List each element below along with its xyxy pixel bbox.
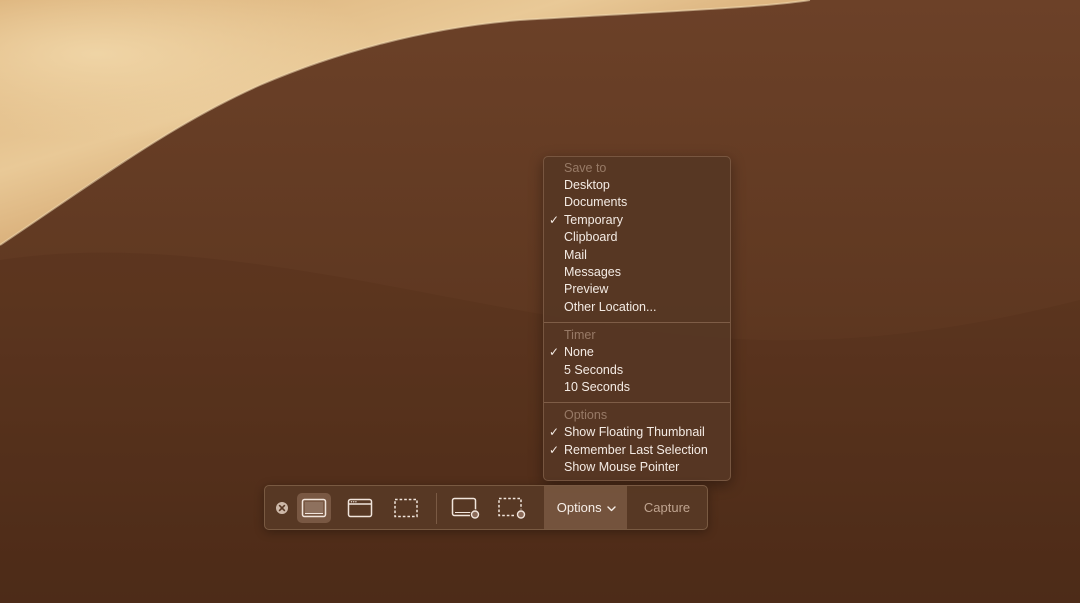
menu-item-messages[interactable]: Messages <box>544 264 730 281</box>
checkmark-icon: ✓ <box>549 212 560 227</box>
capture-selected-window-button[interactable] <box>343 493 377 523</box>
menu-item-desktop[interactable]: Desktop <box>544 177 730 194</box>
capture-entire-screen-button[interactable] <box>297 493 331 523</box>
checkmark-icon: ✓ <box>549 442 560 457</box>
options-menu: Save to Desktop Documents ✓ Temporary Cli… <box>543 156 731 481</box>
desktop: Save to Desktop Documents ✓ Temporary Cli… <box>0 0 1080 603</box>
menu-item-label: Messages <box>564 264 621 279</box>
menu-item-clipboard[interactable]: Clipboard <box>544 229 730 246</box>
menu-item-label: 5 Seconds <box>564 362 624 377</box>
menu-item-label: Desktop <box>564 178 610 192</box>
menu-item-label: Mail <box>564 247 587 262</box>
selection-icon <box>394 498 418 518</box>
menu-item-label: None <box>564 345 594 360</box>
checkmark-icon: ✓ <box>549 425 560 440</box>
menu-item-show-floating-thumbnail[interactable]: ✓ Show Floating Thumbnail <box>544 424 730 441</box>
menu-item-label: Remember Last Selection <box>564 442 708 457</box>
checkmark-icon: ✓ <box>549 345 560 360</box>
menu-item-label: Show Floating Thumbnail <box>564 425 705 440</box>
screen-record-icon <box>451 497 481 520</box>
menu-header-timer: Timer <box>564 328 596 343</box>
window-icon <box>347 498 373 518</box>
options-label: Options <box>556 500 602 515</box>
menu-item-temporary[interactable]: ✓ Temporary <box>544 212 730 229</box>
menu-item-other-location[interactable]: Other Location... <box>544 299 730 316</box>
chevron-down-icon <box>607 505 616 511</box>
menu-item-label: Show Mouse Pointer <box>564 460 680 475</box>
capture-selected-portion-button[interactable] <box>389 493 423 523</box>
menu-item-remember-last-selection[interactable]: ✓ Remember Last Selection <box>544 442 730 459</box>
toolbar-divider <box>436 493 437 524</box>
close-circle-icon[interactable] <box>275 501 289 515</box>
menu-item-mail[interactable]: Mail <box>544 247 730 264</box>
record-entire-screen-button[interactable] <box>449 493 483 523</box>
menu-item-documents[interactable]: Documents <box>544 194 730 211</box>
menu-item-timer-5-seconds[interactable]: 5 Seconds <box>544 362 730 379</box>
menu-item-label: Documents <box>564 195 628 210</box>
menu-item-label: Preview <box>564 282 609 297</box>
options-button[interactable]: Options <box>544 486 627 529</box>
menu-separator <box>544 402 730 404</box>
menu-item-show-mouse-pointer[interactable]: Show Mouse Pointer <box>544 459 730 476</box>
menu-item-label: 10 Seconds <box>564 379 631 394</box>
menu-item-label: Other Location... <box>564 299 657 314</box>
screen-icon <box>301 498 327 518</box>
menu-item-timer-10-seconds[interactable]: 10 Seconds <box>544 379 730 396</box>
menu-header-options: Options <box>564 408 608 423</box>
menu-item-label: Temporary <box>564 212 624 227</box>
menu-item-timer-none[interactable]: ✓ None <box>544 344 730 361</box>
menu-item-label: Clipboard <box>564 230 618 245</box>
menu-item-preview[interactable]: Preview <box>544 281 730 298</box>
menu-header-save-to: Save to <box>564 161 607 175</box>
record-selected-portion-button[interactable] <box>495 493 529 523</box>
menu-separator <box>544 322 730 324</box>
capture-button[interactable]: Capture <box>627 486 707 529</box>
selection-record-icon <box>498 497 527 520</box>
screenshot-toolbar: Options Capture <box>264 485 708 530</box>
